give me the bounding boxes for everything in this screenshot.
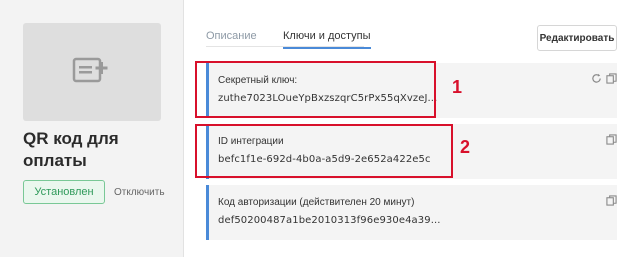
- app-sidebar: QR код для оплаты Установлен Отключить: [0, 0, 183, 257]
- tabs-underline: [206, 46, 364, 47]
- app-thumbnail: [23, 23, 161, 121]
- copy-icon[interactable]: [606, 195, 617, 206]
- annotation-number-2: 2: [460, 137, 471, 157]
- refresh-icon[interactable]: [591, 73, 602, 84]
- edit-button[interactable]: Редактировать: [537, 25, 617, 51]
- highlight-box-2: [195, 124, 453, 178]
- installed-status-badge: Установлен: [23, 180, 105, 204]
- disable-button[interactable]: Отключить: [114, 180, 165, 204]
- auth-code-label: Код авторизации (действителен 20 минут): [218, 197, 415, 208]
- tab-keys-and-access[interactable]: Ключи и доступы: [283, 30, 371, 49]
- auth-code-value[interactable]: def50200487a1be2010313f96e930e4a39...: [218, 215, 441, 226]
- image-placeholder-icon: [72, 57, 108, 83]
- annotation-number-1: 1: [452, 77, 463, 97]
- copy-icon[interactable]: [606, 134, 617, 145]
- auth-code-card: Код авторизации (действителен 20 минут) …: [206, 185, 617, 240]
- copy-icon[interactable]: [606, 73, 617, 84]
- highlight-box-1: [195, 61, 436, 118]
- app-title: QR код для оплаты: [23, 129, 119, 170]
- tab-description[interactable]: Описание: [206, 30, 257, 46]
- card-accent-bar: [206, 185, 209, 240]
